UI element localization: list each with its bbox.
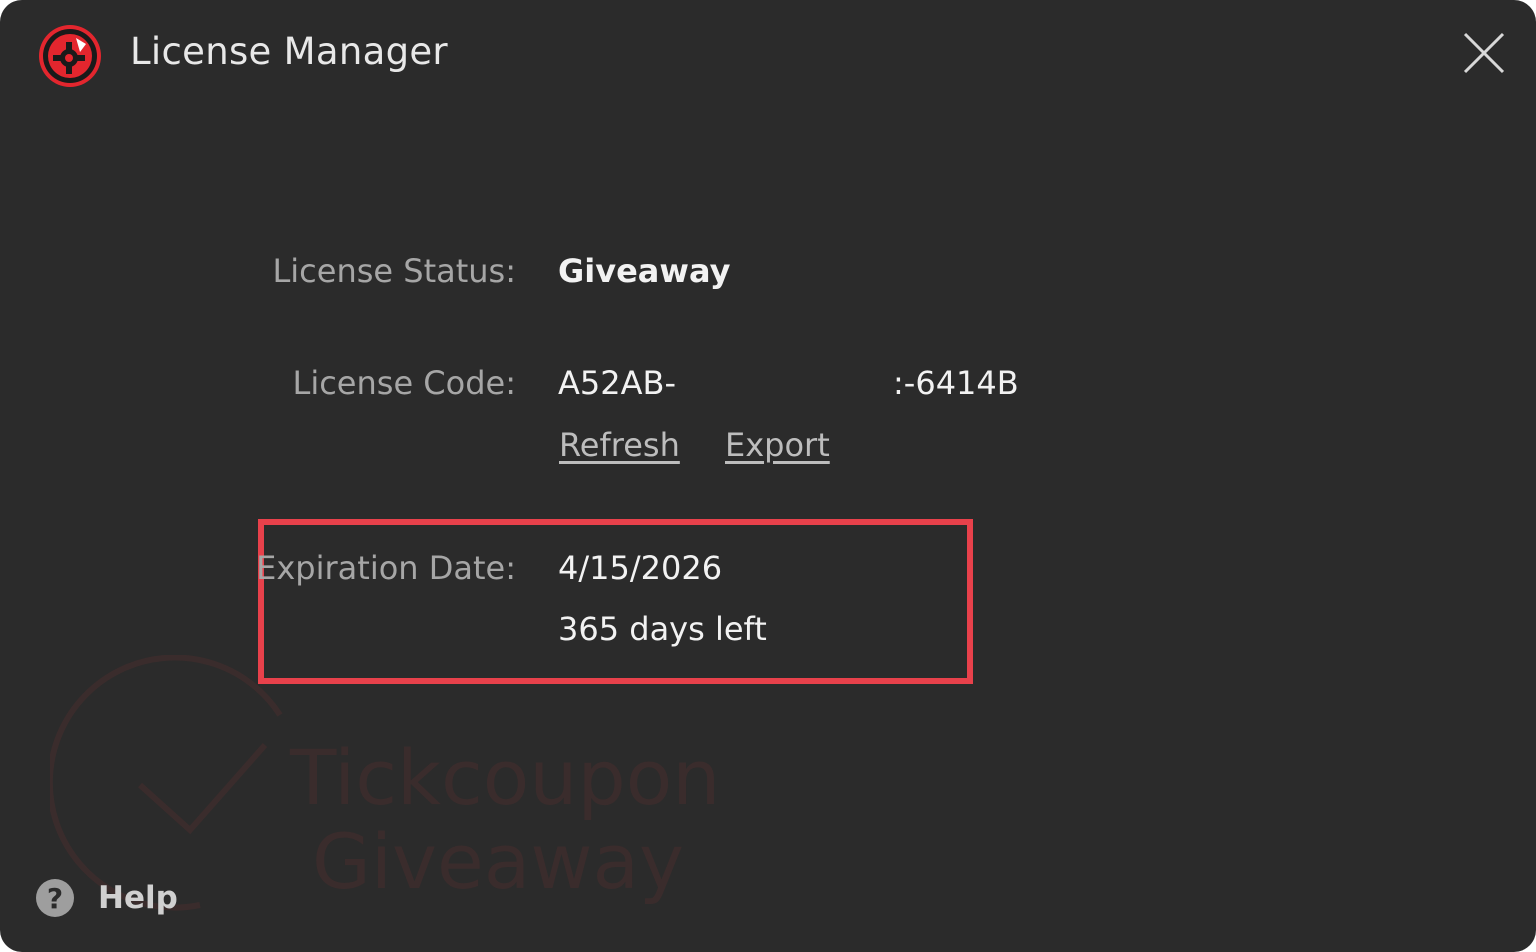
days-left-value: 365 days left [558, 610, 767, 648]
help-label: Help [98, 880, 178, 916]
license-status-label: License Status: [272, 252, 516, 290]
license-manager-window: License Manager Tickcoupon Giveaway Lice… [0, 0, 1536, 952]
license-code-suffix: :-6414B [893, 364, 1019, 402]
license-status-value: Giveaway [558, 252, 731, 290]
app-logo-icon [39, 25, 101, 87]
window-title: License Manager [130, 30, 448, 73]
expiration-highlight-box [258, 519, 973, 684]
watermark-line-1: Tickcoupon [290, 733, 721, 822]
watermark-line-2: Giveaway [312, 817, 685, 906]
license-code-label: License Code: [292, 364, 516, 402]
expiration-date-value: 4/15/2026 [558, 549, 723, 587]
license-code-prefix: A52AB- [558, 364, 676, 402]
export-link[interactable]: Export [725, 426, 830, 464]
close-icon[interactable] [1455, 24, 1513, 82]
help-icon: ? [36, 879, 74, 917]
help-button[interactable]: ? Help [36, 876, 178, 920]
refresh-link[interactable]: Refresh [559, 426, 680, 464]
expiration-date-label: Expiration Date: [256, 549, 516, 587]
